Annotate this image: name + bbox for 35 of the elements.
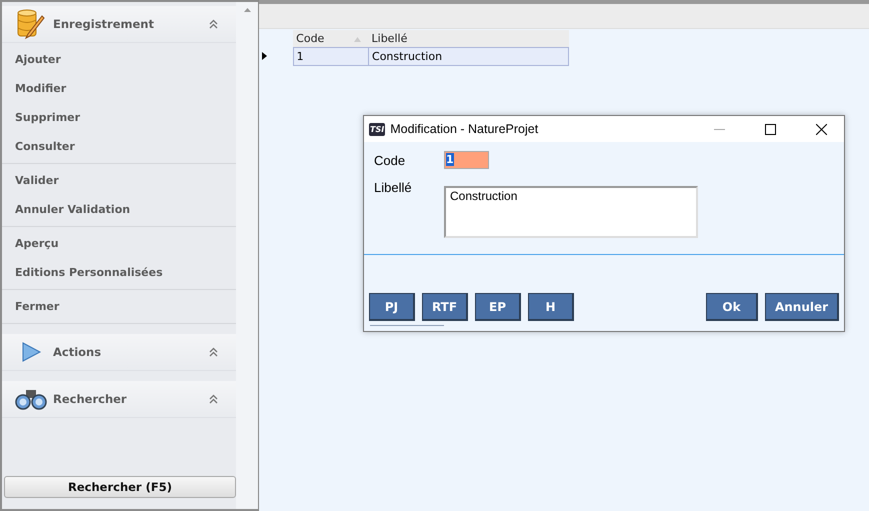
menu-item[interactable]: Ajouter [2, 45, 236, 74]
menu-item[interactable]: Consulter [2, 132, 236, 161]
menu-item[interactable]: Aperçu [2, 229, 236, 258]
minimize-icon[interactable] [714, 128, 724, 130]
collapse-icon[interactable] [209, 347, 218, 357]
toolbar-button[interactable]: EP [475, 293, 521, 321]
column-header[interactable]: Libellé [372, 32, 408, 45]
toolbar-button[interactable]: H [528, 293, 574, 321]
table-cell: Construction [368, 48, 568, 66]
ok-button[interactable]: Ok [706, 293, 758, 321]
menu-item[interactable]: Valider [2, 166, 236, 195]
search-button[interactable]: Rechercher (F5) [4, 476, 236, 498]
cancel-button[interactable]: Annuler [765, 293, 839, 321]
app-logo: TSI [369, 122, 386, 136]
input-field[interactable]: 1 [444, 151, 489, 169]
menu-item[interactable]: Supprimer [2, 103, 236, 132]
toolbar-button[interactable]: RTF [422, 293, 468, 321]
play-icon [20, 341, 42, 363]
close-icon[interactable] [816, 124, 826, 134]
field-label: Code [374, 152, 406, 169]
maximize-icon[interactable] [764, 124, 776, 134]
binoculars-icon [15, 387, 47, 411]
text-area[interactable]: Construction [444, 186, 698, 238]
table-cell: 1 [293, 48, 369, 66]
menu-item[interactable]: Editions Personnalisées [2, 258, 236, 287]
collapse-icon[interactable] [209, 19, 218, 29]
collapse-icon[interactable] [209, 394, 218, 404]
menu-item[interactable]: Modifier [2, 74, 236, 103]
toolbar-button[interactable]: PJ [369, 293, 415, 321]
field-label: Libellé [374, 179, 413, 197]
window-title: Modification - NatureProjet [390, 122, 540, 136]
menu-item[interactable]: Annuler Validation [2, 195, 236, 224]
database-pencil-icon [16, 8, 46, 40]
menu-item[interactable]: Fermer [2, 292, 236, 321]
scroll-up-icon[interactable] [244, 8, 250, 12]
